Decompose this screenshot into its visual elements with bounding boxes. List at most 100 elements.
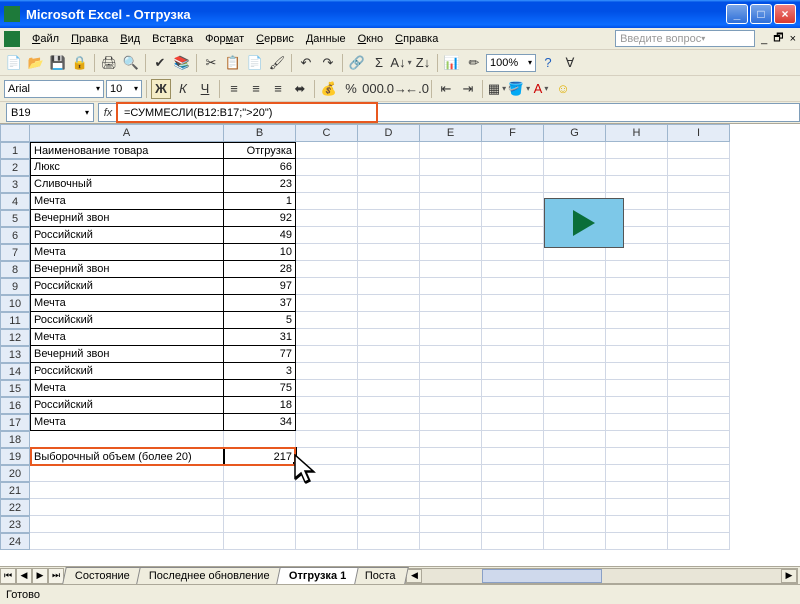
cell-empty[interactable] [482, 380, 544, 397]
help-search-box[interactable]: Введите вопрос▾ [615, 30, 755, 47]
cell-empty[interactable] [420, 329, 482, 346]
cell-empty[interactable] [606, 159, 668, 176]
cell-empty[interactable] [296, 363, 358, 380]
permission-icon[interactable]: 🔒 [70, 53, 90, 73]
cell-empty[interactable] [544, 516, 606, 533]
select-all-corner[interactable] [0, 124, 30, 142]
name-box[interactable]: B19▾ [6, 103, 94, 122]
cell-B7[interactable]: 10 [224, 244, 296, 261]
cell-empty[interactable] [606, 142, 668, 159]
merge-center-icon[interactable]: ⬌ [290, 79, 310, 99]
cell-empty[interactable] [668, 295, 730, 312]
cell-empty[interactable] [606, 482, 668, 499]
cell-empty[interactable] [482, 142, 544, 159]
zoom-box[interactable]: 100%▾ [486, 54, 536, 72]
cell-empty[interactable] [606, 448, 668, 465]
cell-empty[interactable] [668, 244, 730, 261]
borders-icon[interactable]: ▦ [487, 79, 507, 99]
cell-empty[interactable] [668, 465, 730, 482]
row-header-14[interactable]: 14 [0, 363, 30, 380]
spelling-icon[interactable]: ✔ [150, 53, 170, 73]
row-header-22[interactable]: 22 [0, 499, 30, 516]
cell-B17[interactable]: 34 [224, 414, 296, 431]
cell-B1[interactable]: Отгрузка [224, 142, 296, 159]
cell-empty[interactable] [606, 295, 668, 312]
sheet-tab-2[interactable]: Последнее обновление [136, 567, 282, 584]
cell-empty[interactable] [296, 346, 358, 363]
cell-B23[interactable] [224, 516, 296, 533]
cell-empty[interactable] [606, 329, 668, 346]
undo-icon[interactable]: ↶ [296, 53, 316, 73]
cell-B24[interactable] [224, 533, 296, 550]
cell-A18[interactable] [30, 431, 224, 448]
cell-empty[interactable] [668, 261, 730, 278]
spreadsheet-grid[interactable]: A B C D E F G H I 1Наименование товараОт… [0, 124, 800, 566]
row-header-1[interactable]: 1 [0, 142, 30, 159]
cell-empty[interactable] [544, 380, 606, 397]
cell-empty[interactable] [606, 312, 668, 329]
menu-help[interactable]: Справка [389, 31, 444, 47]
cell-empty[interactable] [420, 227, 482, 244]
cell-empty[interactable] [296, 278, 358, 295]
cell-B18[interactable] [224, 431, 296, 448]
cell-empty[interactable] [668, 210, 730, 227]
row-header-18[interactable]: 18 [0, 431, 30, 448]
menu-view[interactable]: Вид [114, 31, 146, 47]
format-painter-icon[interactable]: 🖌 [267, 53, 287, 73]
cell-A13[interactable]: Вечерний звон [30, 346, 224, 363]
sheet-tab-1[interactable]: Состояние [62, 567, 143, 584]
cell-empty[interactable] [482, 329, 544, 346]
cut-icon[interactable]: ✂ [201, 53, 221, 73]
cell-empty[interactable] [296, 380, 358, 397]
align-right-icon[interactable]: ≡ [268, 79, 288, 99]
cell-B8[interactable]: 28 [224, 261, 296, 278]
cell-B10[interactable]: 37 [224, 295, 296, 312]
cell-empty[interactable] [606, 261, 668, 278]
hyperlink-icon[interactable]: 🔗 [347, 53, 367, 73]
cell-A12[interactable]: Мечта [30, 329, 224, 346]
cell-A5[interactable]: Вечерний звон [30, 210, 224, 227]
cell-empty[interactable] [296, 397, 358, 414]
cell-A3[interactable]: Сливочный [30, 176, 224, 193]
cell-empty[interactable] [668, 431, 730, 448]
cell-empty[interactable] [482, 465, 544, 482]
cell-empty[interactable] [668, 278, 730, 295]
cell-empty[interactable] [296, 210, 358, 227]
cell-empty[interactable] [668, 397, 730, 414]
cell-empty[interactable] [420, 397, 482, 414]
cell-empty[interactable] [482, 244, 544, 261]
cell-empty[interactable] [358, 465, 420, 482]
cell-B5[interactable]: 92 [224, 210, 296, 227]
cell-B2[interactable]: 66 [224, 159, 296, 176]
row-header-24[interactable]: 24 [0, 533, 30, 550]
maximize-button[interactable]: □ [750, 4, 772, 24]
cell-empty[interactable] [482, 499, 544, 516]
bold-button[interactable]: Ж [151, 79, 171, 99]
open-icon[interactable]: 📂 [26, 53, 46, 73]
cell-empty[interactable] [420, 261, 482, 278]
new-doc-icon[interactable]: 📄 [4, 53, 24, 73]
cell-empty[interactable] [482, 448, 544, 465]
formula-input[interactable]: =СУММЕСЛИ(B12:B17;">20") [118, 103, 800, 122]
percent-icon[interactable]: % [341, 79, 361, 99]
cell-A2[interactable]: Люкс [30, 159, 224, 176]
cell-empty[interactable] [296, 516, 358, 533]
cell-empty[interactable] [358, 397, 420, 414]
cell-empty[interactable] [296, 414, 358, 431]
cell-empty[interactable] [544, 533, 606, 550]
cell-empty[interactable] [606, 346, 668, 363]
cell-empty[interactable] [544, 363, 606, 380]
cell-empty[interactable] [482, 414, 544, 431]
col-header-I[interactable]: I [668, 124, 730, 142]
cell-B4[interactable]: 1 [224, 193, 296, 210]
cell-A4[interactable]: Мечта [30, 193, 224, 210]
play-overlay[interactable] [544, 198, 624, 248]
row-header-13[interactable]: 13 [0, 346, 30, 363]
cell-empty[interactable] [420, 159, 482, 176]
cell-empty[interactable] [544, 295, 606, 312]
cell-empty[interactable] [668, 159, 730, 176]
cell-B21[interactable] [224, 482, 296, 499]
cell-empty[interactable] [668, 346, 730, 363]
autosum-icon[interactable]: Σ [369, 53, 389, 73]
cell-empty[interactable] [296, 295, 358, 312]
